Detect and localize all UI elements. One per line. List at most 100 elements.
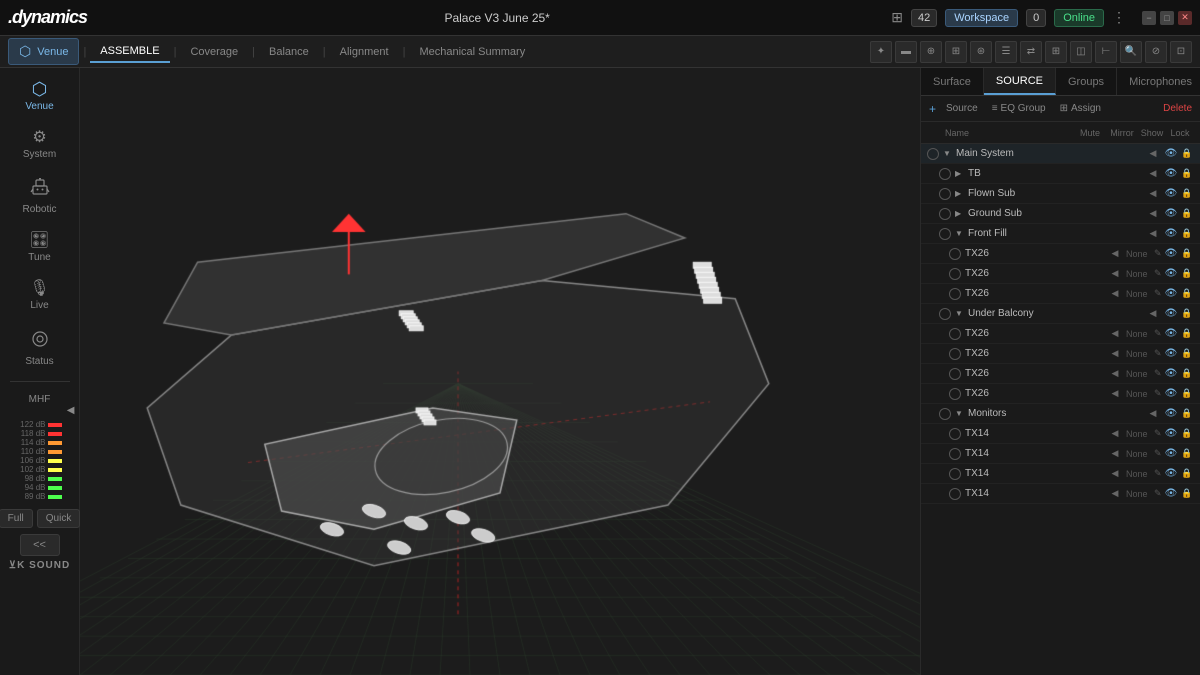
edit-tx14-1[interactable]: ✎ bbox=[1154, 428, 1164, 439]
row-select-tx14-1[interactable] bbox=[949, 428, 961, 440]
toolbar-measure-btn[interactable]: ⊢ bbox=[1095, 41, 1117, 63]
edit-tx26-2[interactable]: ✎ bbox=[1154, 268, 1164, 279]
mute-flown-sub[interactable]: ◀ bbox=[1146, 187, 1160, 201]
expand-tb[interactable]: ▶ bbox=[955, 169, 965, 179]
toolbar-globe-btn[interactable]: ⊛ bbox=[970, 41, 992, 63]
lock-tx26-ub3[interactable]: 🔒 bbox=[1180, 367, 1194, 381]
mute-tx14-1[interactable]: ◀ bbox=[1108, 427, 1122, 441]
show-under-balcony[interactable]: 👁 bbox=[1164, 307, 1178, 321]
source-row-flown-sub[interactable]: ▶ Flown Sub ◀ 👁 🔒 bbox=[921, 184, 1200, 204]
lock-main-system[interactable]: 🔒 bbox=[1180, 147, 1194, 161]
mute-under-balcony[interactable]: ◀ bbox=[1146, 307, 1160, 321]
row-select-tx26-ub1[interactable] bbox=[949, 328, 961, 340]
show-tx26-ub2[interactable]: 👁 bbox=[1164, 347, 1178, 361]
tab-mechanical-summary[interactable]: Mechanical Summary bbox=[409, 42, 535, 62]
back-button[interactable]: << bbox=[20, 534, 60, 556]
source-row-monitors[interactable]: ▼ Monitors ◀ 👁 🔒 bbox=[921, 404, 1200, 424]
edit-tx14-2[interactable]: ✎ bbox=[1154, 448, 1164, 459]
mute-tx14-4[interactable]: ◀ bbox=[1108, 487, 1122, 501]
row-select-front-fill[interactable] bbox=[939, 228, 951, 240]
row-select-tx14-3[interactable] bbox=[949, 468, 961, 480]
tab-balance[interactable]: Balance bbox=[259, 42, 319, 62]
source-row-tx14-3[interactable]: TX14 ◀ None ✎ 👁 🔒 bbox=[921, 464, 1200, 484]
source-row-tx26-ub3[interactable]: TX26 ◀ None ✎ 👁 🔒 bbox=[921, 364, 1200, 384]
show-main-system[interactable]: 👁 bbox=[1164, 147, 1178, 161]
source-row-front-fill[interactable]: ▼ Front Fill ◀ 👁 🔒 bbox=[921, 224, 1200, 244]
mute-tx26-1[interactable]: ◀ bbox=[1108, 247, 1122, 261]
lock-monitors[interactable]: 🔒 bbox=[1180, 407, 1194, 421]
lock-tb[interactable]: 🔒 bbox=[1180, 167, 1194, 181]
row-select-tx26-3[interactable] bbox=[949, 288, 961, 300]
lock-tx14-4[interactable]: 🔒 bbox=[1180, 487, 1194, 501]
lock-tx26-1[interactable]: 🔒 bbox=[1180, 247, 1194, 261]
expand-monitors[interactable]: ▼ bbox=[955, 409, 965, 419]
eq-group-btn[interactable]: ≡ EQ Group bbox=[988, 101, 1050, 116]
close-button[interactable]: ✕ bbox=[1178, 11, 1192, 25]
row-select-tx26-2[interactable] bbox=[949, 268, 961, 280]
source-row-main-system[interactable]: ▼ Main System ◀ 👁 🔒 bbox=[921, 144, 1200, 164]
show-tx26-ub3[interactable]: 👁 bbox=[1164, 367, 1178, 381]
assign-btn[interactable]: ⊞ Assign bbox=[1056, 101, 1105, 116]
tab-coverage[interactable]: Coverage bbox=[180, 42, 248, 62]
edit-tx14-3[interactable]: ✎ bbox=[1154, 468, 1164, 479]
source-row-tx26-3[interactable]: TX26 ◀ None ✎ 👁 🔒 bbox=[921, 284, 1200, 304]
add-source-btn[interactable]: Source bbox=[942, 101, 982, 116]
panel-tab-groups[interactable]: Groups bbox=[1056, 68, 1117, 95]
edit-tx26-ub2[interactable]: ✎ bbox=[1154, 348, 1164, 359]
3d-viewport[interactable] bbox=[80, 68, 920, 675]
source-row-tx26-ub2[interactable]: TX26 ◀ None ✎ 👁 🔒 bbox=[921, 344, 1200, 364]
source-row-tx26-2[interactable]: TX26 ◀ None ✎ 👁 🔒 bbox=[921, 264, 1200, 284]
show-tx26-2[interactable]: 👁 bbox=[1164, 267, 1178, 281]
source-list[interactable]: ▼ Main System ◀ 👁 🔒 ▶ TB ◀ 👁 🔒 ▶ Flown S… bbox=[921, 144, 1200, 675]
source-row-under-balcony[interactable]: ▼ Under Balcony ◀ 👁 🔒 bbox=[921, 304, 1200, 324]
row-select-flown-sub[interactable] bbox=[939, 188, 951, 200]
expand-main-system[interactable]: ▼ bbox=[943, 149, 953, 159]
source-row-tx26-1[interactable]: TX26 ◀ None ✎ 👁 🔒 bbox=[921, 244, 1200, 264]
lock-ground-sub[interactable]: 🔒 bbox=[1180, 207, 1194, 221]
edit-tx26-3[interactable]: ✎ bbox=[1154, 288, 1164, 299]
show-tx26-3[interactable]: 👁 bbox=[1164, 287, 1178, 301]
panel-tab-source[interactable]: SOURCE bbox=[984, 68, 1056, 95]
sidebar-item-live[interactable]: 🎙 Live bbox=[4, 273, 76, 319]
toolbar-misc-btn[interactable]: ⊡ bbox=[1170, 41, 1192, 63]
row-select-ground-sub[interactable] bbox=[939, 208, 951, 220]
sidebar-item-tune[interactable]: 🎛 Tune bbox=[4, 225, 76, 271]
mute-tx26-2[interactable]: ◀ bbox=[1108, 267, 1122, 281]
row-select-tx14-4[interactable] bbox=[949, 488, 961, 500]
tab-assemble[interactable]: ASSEMBLE bbox=[90, 41, 169, 63]
toolbar-cursor-btn[interactable]: ✦ bbox=[870, 41, 892, 63]
minimize-button[interactable]: − bbox=[1142, 11, 1156, 25]
toolbar-snap-btn[interactable]: ◫ bbox=[1070, 41, 1092, 63]
sidebar-item-system[interactable]: ⚙ System bbox=[4, 122, 76, 168]
show-tx14-1[interactable]: 👁 bbox=[1164, 427, 1178, 441]
show-tx14-3[interactable]: 👁 bbox=[1164, 467, 1178, 481]
toolbar-zoom-out-btn[interactable]: ⊘ bbox=[1145, 41, 1167, 63]
workspace-button[interactable]: Workspace bbox=[945, 9, 1018, 27]
panel-tab-microphones[interactable]: Microphones bbox=[1117, 68, 1200, 95]
mute-monitors[interactable]: ◀ bbox=[1146, 407, 1160, 421]
mhf-arrow[interactable]: ◀ bbox=[67, 405, 75, 416]
lock-flown-sub[interactable]: 🔒 bbox=[1180, 187, 1194, 201]
show-monitors[interactable]: 👁 bbox=[1164, 407, 1178, 421]
edit-tx26-ub1[interactable]: ✎ bbox=[1154, 328, 1164, 339]
row-select-monitors[interactable] bbox=[939, 408, 951, 420]
source-row-tx26-ub1[interactable]: TX26 ◀ None ✎ 👁 🔒 bbox=[921, 324, 1200, 344]
mute-main-system[interactable]: ◀ bbox=[1146, 147, 1160, 161]
edit-tx26-ub4[interactable]: ✎ bbox=[1154, 388, 1164, 399]
more-options-icon[interactable]: ⋮ bbox=[1112, 9, 1126, 26]
mute-front-fill[interactable]: ◀ bbox=[1146, 227, 1160, 241]
show-tx26-1[interactable]: 👁 bbox=[1164, 247, 1178, 261]
row-select-tx26-1[interactable] bbox=[949, 248, 961, 260]
online-button[interactable]: Online bbox=[1054, 9, 1104, 27]
edit-tx26-1[interactable]: ✎ bbox=[1154, 248, 1164, 259]
lock-tx26-3[interactable]: 🔒 bbox=[1180, 287, 1194, 301]
source-row-tx14-2[interactable]: TX14 ◀ None ✎ 👁 🔒 bbox=[921, 444, 1200, 464]
show-tx26-ub4[interactable]: 👁 bbox=[1164, 387, 1178, 401]
show-ground-sub[interactable]: 👁 bbox=[1164, 207, 1178, 221]
expand-front-fill[interactable]: ▼ bbox=[955, 229, 965, 239]
mute-tx14-3[interactable]: ◀ bbox=[1108, 467, 1122, 481]
toolbar-frame-btn[interactable]: ⊞ bbox=[945, 41, 967, 63]
panel-tab-surface[interactable]: Surface bbox=[921, 68, 984, 95]
sidebar-item-venue[interactable]: ⬡ Venue bbox=[4, 72, 76, 120]
show-tx14-2[interactable]: 👁 bbox=[1164, 447, 1178, 461]
